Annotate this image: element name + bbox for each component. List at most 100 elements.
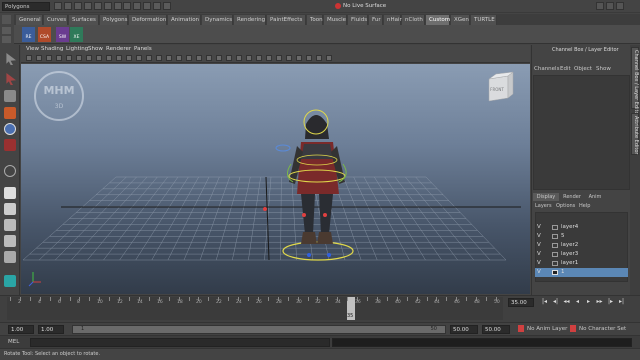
snap-curve-icon[interactable]	[123, 2, 132, 10]
safe-action-icon[interactable]	[136, 55, 142, 61]
2d-pan-zoom-icon[interactable]	[66, 55, 72, 61]
layer-color-swatch[interactable]	[552, 225, 558, 230]
gate-mask-icon[interactable]	[116, 55, 122, 61]
light-icon-icon[interactable]	[326, 55, 332, 61]
step-forward-button[interactable]: |▸	[606, 297, 615, 306]
snap-view-icon[interactable]	[143, 2, 152, 10]
layer-tab-anim[interactable]: Anim	[585, 193, 605, 201]
tool-settings-toggle-icon[interactable]	[616, 2, 624, 10]
play-forwards-button[interactable]: ▸	[584, 297, 593, 306]
shelf-tab-curves[interactable]: Curves	[44, 15, 68, 25]
four-view-layout-icon[interactable]	[4, 203, 16, 215]
prev-key-button[interactable]: ◂◂	[562, 297, 571, 306]
command-input[interactable]	[30, 338, 330, 347]
shelf-tab-xgen[interactable]: XGen	[451, 15, 470, 25]
move-tool-icon[interactable]	[4, 107, 16, 119]
channel-box-menu-object[interactable]: Object	[574, 66, 592, 72]
channel-box-attributes-area[interactable]	[533, 75, 630, 190]
layer-visibility-toggle[interactable]: V	[537, 250, 541, 259]
shelf-tab-animation[interactable]: Animation	[168, 15, 201, 25]
snap-point-icon[interactable]	[133, 2, 142, 10]
persp-graph-layout-icon[interactable]	[4, 235, 16, 247]
camera-attributes-icon[interactable]	[36, 55, 42, 61]
bookmark-icon[interactable]	[46, 55, 52, 61]
live-surface-icon[interactable]	[335, 3, 341, 9]
shelf-tab-surfaces[interactable]: Surfaces	[69, 15, 99, 25]
shelf-scroll-down-icon[interactable]	[2, 36, 11, 43]
hud-icon[interactable]	[316, 55, 322, 61]
hypershade-layout-icon[interactable]	[4, 251, 16, 263]
go-to-start-button[interactable]: |◂	[540, 297, 549, 306]
grease-pencil-icon[interactable]	[76, 55, 82, 61]
shelf-tab-turtle[interactable]: TURTLE	[471, 15, 497, 25]
field-chart-icon[interactable]	[126, 55, 132, 61]
viewport-menu-show[interactable]: Show	[88, 46, 103, 52]
layer-tab-render[interactable]: Render	[561, 193, 583, 201]
viewport-menu-lighting[interactable]: Lighting	[66, 46, 88, 52]
persp-outliner-layout-icon[interactable]	[4, 219, 16, 231]
open-scene-icon[interactable]	[63, 2, 72, 10]
shelf-tab-custom[interactable]: Custom	[426, 15, 450, 25]
camera-select-icon[interactable]	[26, 55, 32, 61]
current-frame-marker[interactable]: 35	[347, 297, 355, 320]
shelf-tab-muscle[interactable]: Muscle	[324, 15, 347, 25]
start-time-field[interactable]: 1.00	[8, 325, 34, 334]
select-object-icon[interactable]	[93, 2, 102, 10]
save-scene-icon[interactable]	[73, 2, 82, 10]
grid-icon[interactable]	[86, 55, 92, 61]
channel-box-menu-channels[interactable]: Channels	[534, 66, 559, 72]
motion-blur-icon[interactable]	[226, 55, 232, 61]
soft-mod-tool-icon[interactable]	[4, 165, 16, 177]
isolate-select-icon[interactable]	[256, 55, 262, 61]
shelf-tab-toon[interactable]: Toon	[307, 15, 323, 25]
shelf-tab-rendering[interactable]: Rendering	[234, 15, 266, 25]
channel-box-menu-show[interactable]: Show	[596, 66, 611, 72]
shelf-tab-fluids[interactable]: Fluids	[348, 15, 368, 25]
shelf-tab-ncloth[interactable]: nCloth	[402, 15, 425, 25]
use-all-lights-icon[interactable]	[196, 55, 202, 61]
layer-menu-options[interactable]: Options	[556, 203, 575, 209]
smooth-shade-icon[interactable]	[166, 55, 172, 61]
layer-color-swatch[interactable]	[552, 270, 558, 275]
shelf-scroll-up-icon[interactable]	[2, 27, 11, 34]
range-end-field[interactable]: 50.00	[450, 325, 478, 334]
side-tab-channel-box[interactable]: Channel Box / Layer Editor	[631, 47, 639, 117]
shelf-menu-icon[interactable]	[2, 15, 11, 24]
range-start-field[interactable]: 1.00	[38, 325, 64, 334]
layer-tab-display[interactable]: Display	[533, 193, 559, 201]
single-perspective-layout-icon[interactable]	[4, 187, 16, 199]
perspective-viewport[interactable]: MHM 3D FRONT	[21, 64, 530, 294]
menu-set-dropdown[interactable]: Polygons	[2, 2, 50, 11]
render-icon[interactable]	[153, 2, 162, 10]
anim-layer-label[interactable]: No Anim Layer	[527, 326, 567, 332]
viewport-menu-shading[interactable]: Shading	[41, 46, 63, 52]
xray-icon[interactable]	[266, 55, 272, 61]
end-time-field[interactable]: 50.00	[482, 325, 510, 334]
layer-row[interactable]: V 5	[535, 232, 628, 241]
shelf-tab-nhair[interactable]: nHair	[384, 15, 402, 25]
shelf-tab-deformation[interactable]: Deformation	[129, 15, 167, 25]
shelf-tab-fur[interactable]: Fur	[369, 15, 383, 25]
paint-select-tool-icon[interactable]	[4, 90, 16, 102]
shelf-tab-general[interactable]: General	[16, 15, 43, 25]
select-tool-icon[interactable]	[6, 53, 16, 65]
shelf-button-re[interactable]: RE	[22, 27, 35, 42]
anti-alias-icon[interactable]	[236, 55, 242, 61]
layer-color-swatch[interactable]	[552, 243, 558, 248]
resolution-gate-icon[interactable]	[106, 55, 112, 61]
backface-cull-icon[interactable]	[306, 55, 312, 61]
anim-layer-icon[interactable]	[518, 325, 524, 332]
image-plane-icon[interactable]	[56, 55, 62, 61]
command-line-language[interactable]: MEL	[8, 339, 19, 345]
channel-box-menu-edit[interactable]: Edit	[560, 66, 571, 72]
layer-visibility-toggle[interactable]: V	[537, 223, 541, 232]
viewport-menu-view[interactable]: View	[26, 46, 39, 52]
shelf-button-csa[interactable]: CSA	[38, 27, 51, 42]
screen-ao-icon[interactable]	[216, 55, 222, 61]
shadows-icon[interactable]	[206, 55, 212, 61]
character-set-icon[interactable]	[570, 325, 576, 332]
xray-components-icon[interactable]	[286, 55, 292, 61]
textured-icon[interactable]	[186, 55, 192, 61]
depth-of-field-icon[interactable]	[246, 55, 252, 61]
component-wire-icon[interactable]	[296, 55, 302, 61]
